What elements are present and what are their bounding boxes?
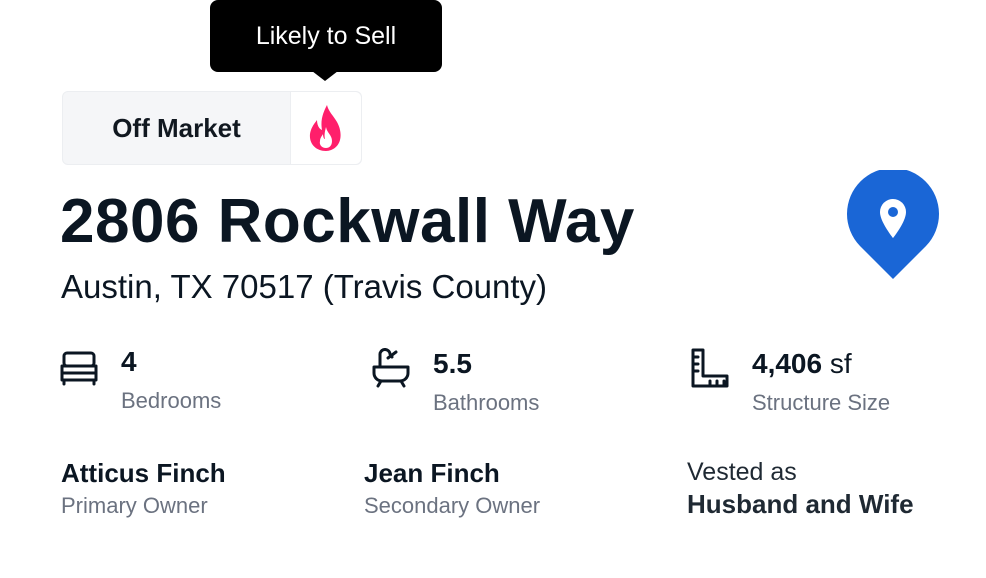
primary-owner-role: Primary Owner	[61, 493, 208, 518]
primary-owner-name[interactable]: Atticus Finch	[61, 458, 226, 489]
primary-owner: Atticus Finch Primary Owner	[61, 458, 226, 519]
likely-to-sell-tooltip: Likely to Sell	[210, 0, 442, 72]
structure-size-number: 4,406	[752, 348, 823, 379]
status-label: Off Market	[112, 112, 241, 143]
secondary-owner-name[interactable]: Jean Finch	[364, 458, 540, 489]
vesting-prefix: Vested as	[687, 458, 797, 486]
map-pin-icon[interactable]	[846, 170, 940, 280]
likely-to-sell-indicator[interactable]	[290, 92, 361, 164]
bathrooms-label: Bathrooms	[433, 390, 540, 415]
bathtub-icon	[372, 348, 410, 388]
fire-icon	[309, 105, 341, 151]
bathrooms-value: 5.5	[433, 348, 472, 379]
bedrooms-value: 4	[121, 346, 137, 377]
secondary-owner-role: Secondary Owner	[364, 493, 541, 518]
secondary-owner: Jean Finch Secondary Owner	[364, 458, 540, 519]
bed-icon	[60, 351, 98, 386]
status-badge: Off Market	[62, 91, 362, 165]
vesting-value: Husband and Wife	[687, 489, 914, 519]
ruler-icon	[691, 348, 729, 388]
tooltip-text: Likely to Sell	[255, 21, 397, 50]
structure-size-value: 4,406 sf	[752, 348, 852, 380]
structure-size-unit: sf	[829, 348, 852, 379]
vesting-info: Vested as Husband and Wife	[687, 458, 914, 520]
property-address: 2806 Rockwall Way	[60, 187, 635, 256]
structure-size-label: Structure Size	[752, 390, 891, 415]
bedrooms-label: Bedrooms	[121, 388, 222, 413]
tooltip-arrow	[312, 71, 338, 81]
property-locality: Austin, TX 70517 (Travis County)	[61, 268, 548, 305]
